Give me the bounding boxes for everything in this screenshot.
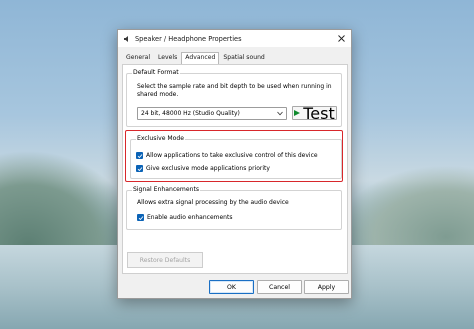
format-select[interactable]: 24 bit, 48000 Hz (Studio Quality) xyxy=(137,107,287,120)
signal-enhancements-description: Allows extra signal processing by the au… xyxy=(137,199,289,206)
audio-enhancements-row[interactable]: Enable audio enhancements xyxy=(137,213,232,222)
close-button[interactable] xyxy=(335,32,347,44)
title-bar[interactable]: Speaker / Headphone Properties xyxy=(118,30,351,47)
signal-enhancements-group: Signal Enhancements Allows extra signal … xyxy=(126,186,342,230)
speaker-icon xyxy=(123,35,131,43)
wallpaper-hill-right xyxy=(334,165,474,255)
highlight-box xyxy=(125,130,343,182)
window-title: Speaker / Headphone Properties xyxy=(135,34,242,43)
play-icon xyxy=(294,110,301,116)
signal-enhancements-title: Signal Enhancements xyxy=(132,186,201,194)
audio-enhancements-checkbox[interactable] xyxy=(137,214,144,221)
restore-defaults-button[interactable]: Restore Defaults xyxy=(127,252,203,268)
tab-spatial-sound[interactable]: Spatial sound xyxy=(219,52,268,64)
tab-strip: General Levels Advanced Spatial sound xyxy=(122,52,269,64)
close-icon xyxy=(337,34,345,42)
default-format-group: Default Format Select the sample rate an… xyxy=(126,69,342,127)
chevron-down-icon xyxy=(277,111,283,116)
tab-advanced[interactable]: Advanced xyxy=(181,52,220,64)
checkmark-icon xyxy=(138,215,143,220)
ok-button[interactable]: OK xyxy=(209,280,254,294)
tab-levels[interactable]: Levels xyxy=(154,52,181,64)
format-select-value: 24 bit, 48000 Hz (Studio Quality) xyxy=(141,110,240,117)
cancel-button[interactable]: Cancel xyxy=(257,280,302,294)
test-button[interactable]: Test xyxy=(292,103,337,123)
test-button-label: Test xyxy=(303,103,335,123)
default-format-description: Select the sample rate and bit depth to … xyxy=(137,83,332,98)
tab-general[interactable]: General xyxy=(122,52,154,64)
audio-enhancements-label: Enable audio enhancements xyxy=(147,214,233,221)
default-format-title: Default Format xyxy=(132,69,180,77)
apply-button[interactable]: Apply xyxy=(304,280,349,294)
